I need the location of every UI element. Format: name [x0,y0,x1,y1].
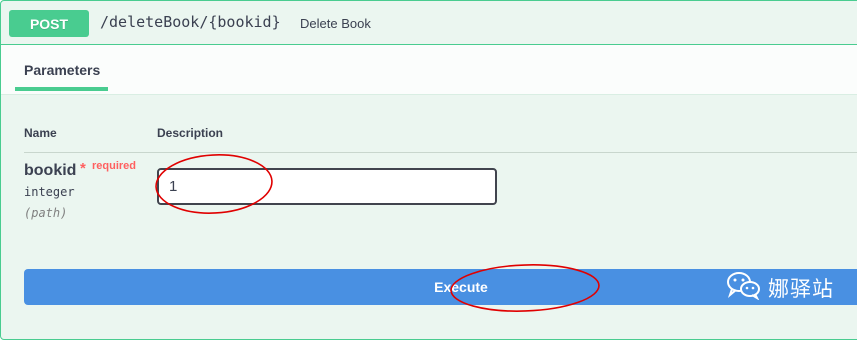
tab-parameters[interactable]: Parameters [24,62,100,78]
operation-summary[interactable]: POST /deleteBook/{bookid} Delete Book [1,1,857,45]
watermark: 娜驿站 [726,270,834,305]
parameter-type: integer [24,185,75,199]
column-header-name: Name [24,126,57,140]
tab-active-indicator [15,87,108,91]
parameter-name: bookid [24,162,77,179]
required-label: required [92,160,137,172]
operation-summary-text: Delete Book [300,16,371,31]
operation-path: /deleteBook/{bookid} [100,13,281,31]
required-asterisk: * [80,160,86,177]
wechat-icon [726,270,762,305]
bookid-input[interactable] [157,168,497,205]
watermark-text: 娜驿站 [768,276,834,301]
column-header-description: Description [157,126,224,140]
table-divider [24,152,857,153]
parameter-location: (path) [24,206,68,220]
method-badge: POST [9,10,89,37]
parameters-header: Parameters [1,45,857,95]
